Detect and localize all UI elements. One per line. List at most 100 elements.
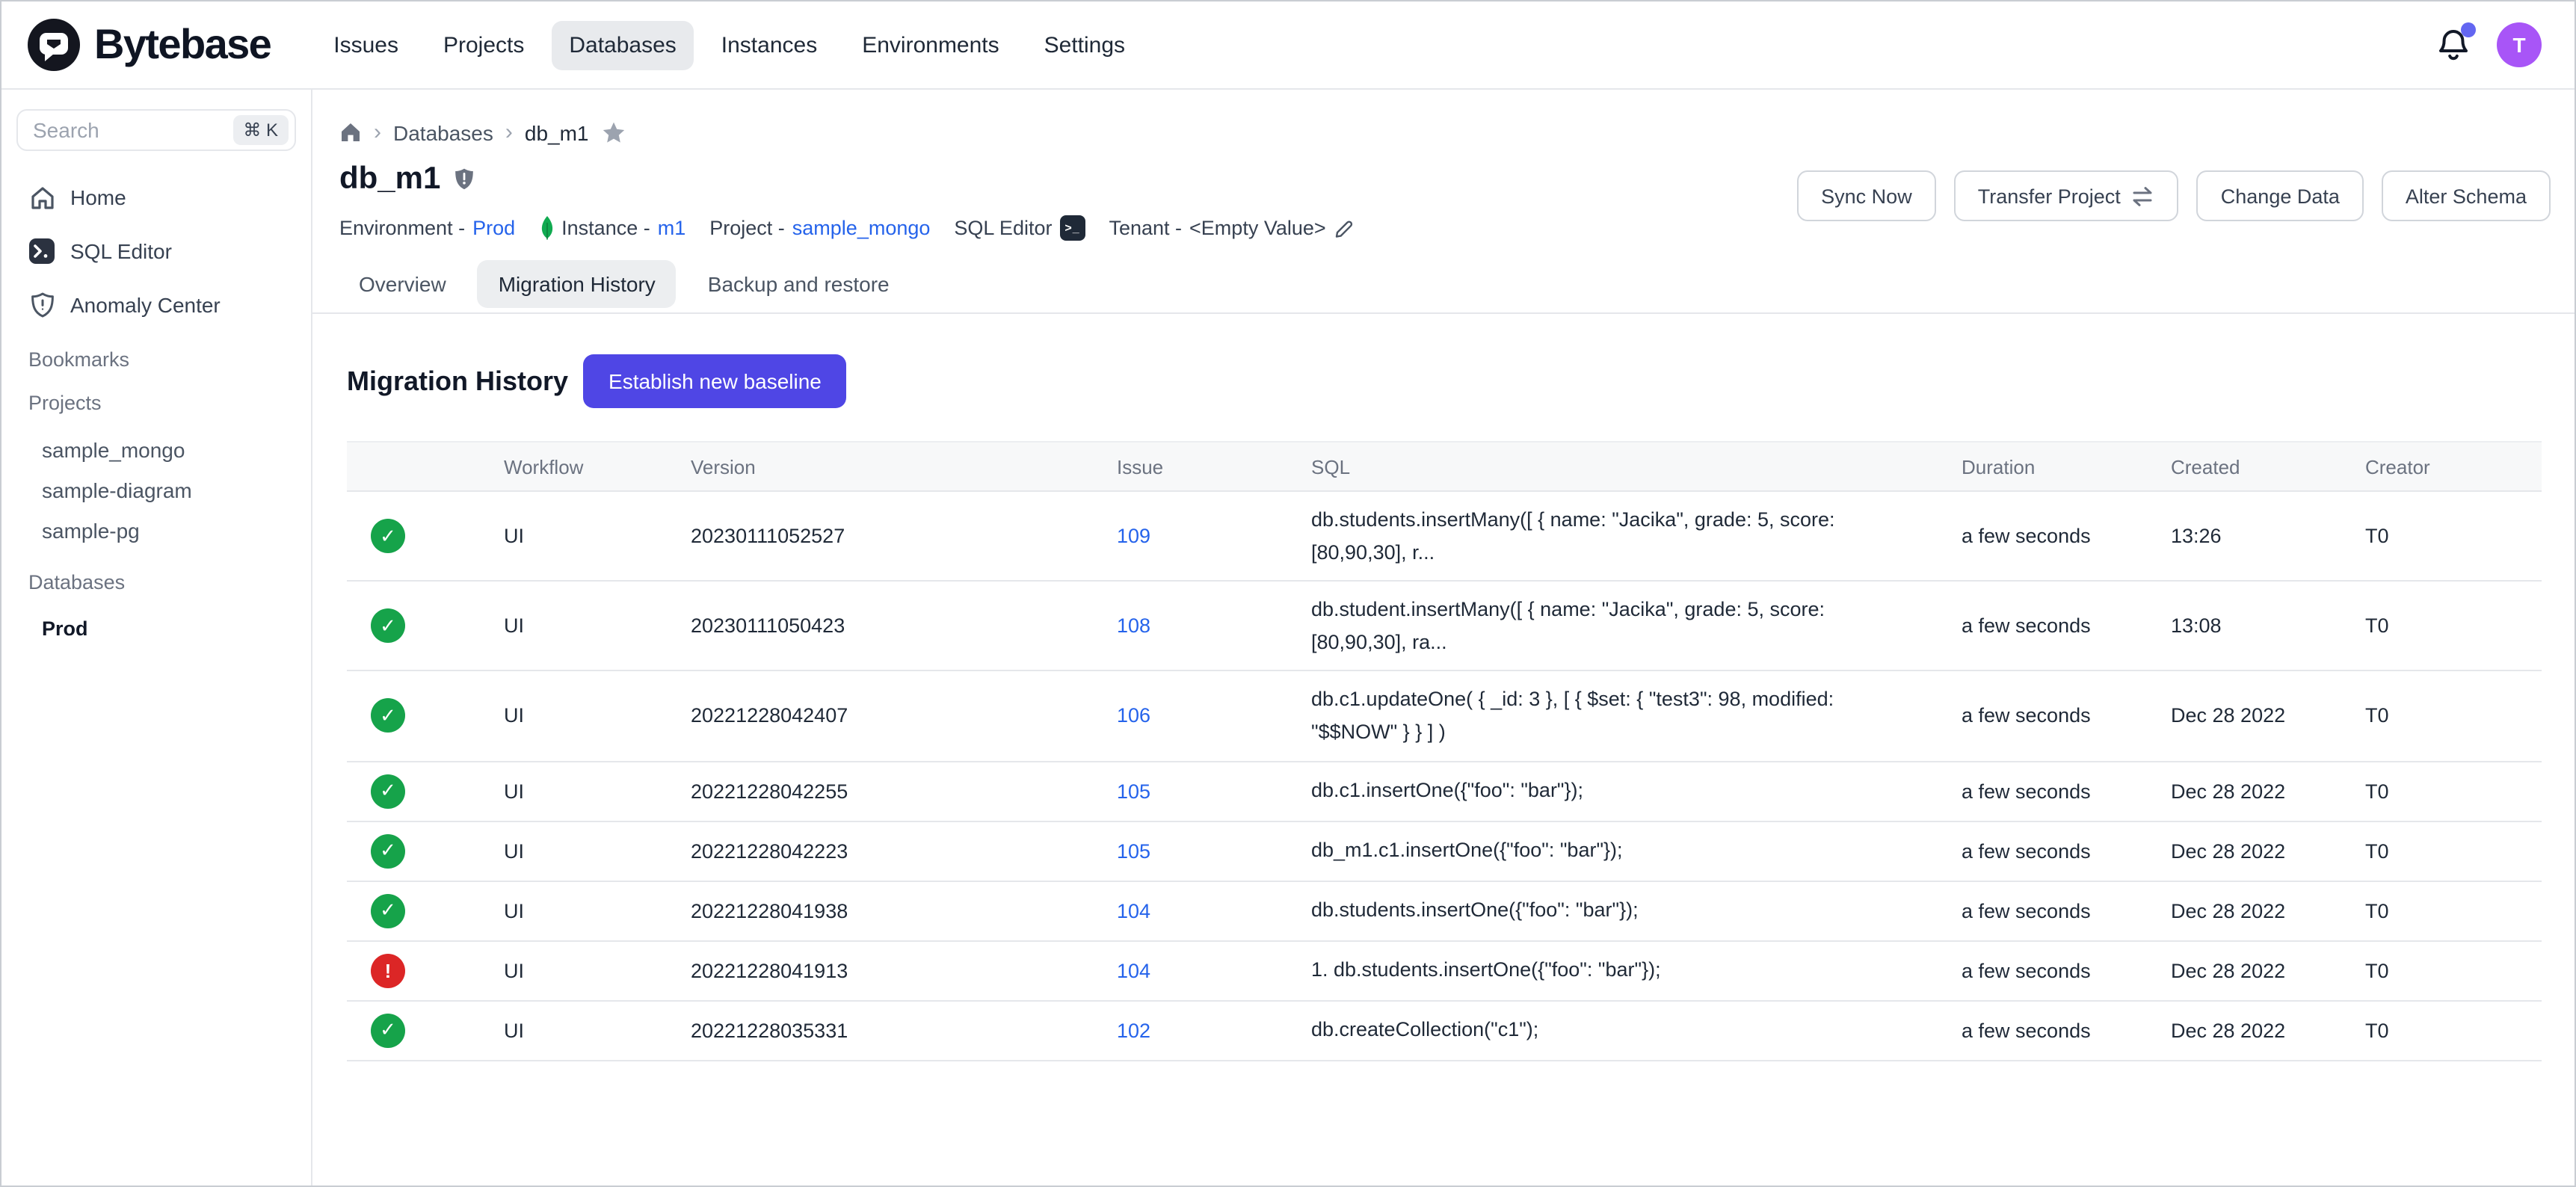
- sync-now-button[interactable]: Sync Now: [1797, 170, 1936, 221]
- brand-name: Bytebase: [94, 21, 271, 69]
- cell-creator: T0: [2365, 513, 2542, 559]
- meta-environment: Environment - Prod: [339, 217, 515, 239]
- search-input[interactable]: [33, 118, 232, 142]
- search-box[interactable]: ⌘ K: [16, 109, 296, 151]
- col-sql: SQL: [1311, 455, 1962, 478]
- nav-item-issues[interactable]: Issues: [315, 20, 416, 70]
- notification-dot: [2461, 22, 2476, 37]
- edit-pencil-icon[interactable]: [1334, 218, 1355, 238]
- sidebar-project-sample-mongo[interactable]: sample_mongo: [1, 429, 311, 469]
- cell-creator: T0: [2365, 827, 2542, 874]
- establish-baseline-button[interactable]: Establish new baseline: [583, 354, 847, 408]
- cell-created: Dec 28 2022: [2171, 693, 2365, 739]
- status-icon: !: [371, 953, 405, 987]
- sidebar-project-sample-diagram[interactable]: sample-diagram: [1, 469, 311, 510]
- avatar[interactable]: T: [2497, 22, 2542, 67]
- sidebar-database-prod[interactable]: Prod: [1, 608, 311, 649]
- cell-created: Dec 28 2022: [2171, 1007, 2365, 1053]
- cell-duration: a few seconds: [1962, 827, 2171, 874]
- meta-project: Project - sample_mongo: [709, 217, 930, 239]
- sidebar-project-sample-pg[interactable]: sample-pg: [1, 510, 311, 550]
- cell-sql: db_m1.c1.insertOne({"foo": "bar"});: [1311, 823, 1962, 879]
- home-icon: [28, 185, 55, 210]
- transfer-arrows-icon: [2131, 185, 2155, 207]
- table-row: ! UI 20221228041913 104 1. db.students.i…: [347, 941, 2542, 1001]
- cell-duration: a few seconds: [1962, 947, 2171, 993]
- sidebar-item-label: Home: [70, 185, 126, 209]
- cell-version: 20221228042255: [691, 768, 1117, 814]
- main-menu: Issues Projects Databases Instances Envi…: [315, 20, 1143, 70]
- nav-item-settings[interactable]: Settings: [1026, 20, 1143, 70]
- breadcrumb-home-icon[interactable]: [339, 121, 362, 144]
- status-icon: ✓: [371, 833, 405, 868]
- change-data-button[interactable]: Change Data: [2197, 170, 2364, 221]
- bytebase-logo[interactable]: Bytebase: [25, 16, 271, 73]
- table-row: ✓ UI 20230111052527 109 db.students.inse…: [347, 492, 2542, 582]
- table-row: ✓ UI 20221228041938 104 db.students.inse…: [347, 881, 2542, 941]
- bookmark-star-icon[interactable]: [601, 120, 626, 144]
- bytebase-logo-icon: [25, 16, 82, 73]
- col-version: Version: [691, 455, 1117, 478]
- col-creator: Creator: [2365, 455, 2542, 478]
- nav-item-databases[interactable]: Databases: [551, 20, 694, 70]
- issue-link[interactable]: 102: [1117, 1019, 1150, 1041]
- cell-created: Dec 28 2022: [2171, 887, 2365, 934]
- sidebar: ⌘ K Home: [1, 90, 312, 1186]
- page-title: db_m1: [339, 161, 440, 197]
- breadcrumb-separator: ›: [505, 120, 513, 145]
- app-window: Bytebase Issues Projects Databases Insta…: [0, 0, 2576, 1187]
- nav-item-projects[interactable]: Projects: [425, 20, 542, 70]
- status-icon: ✓: [371, 699, 405, 733]
- cell-duration: a few seconds: [1962, 1007, 2171, 1053]
- cell-workflow: UI: [504, 693, 691, 739]
- issue-link[interactable]: 105: [1117, 839, 1150, 862]
- sidebar-section-projects: Projects: [1, 392, 311, 414]
- tab-migration-history[interactable]: Migration History: [478, 260, 677, 308]
- transfer-project-button[interactable]: Transfer Project: [1954, 170, 2179, 221]
- table-row: ✓ UI 20221228035331 102 db.createCollect…: [347, 1001, 2542, 1061]
- alter-schema-button[interactable]: Alter Schema: [2382, 170, 2551, 221]
- tab-overview[interactable]: Overview: [338, 260, 467, 308]
- issue-link[interactable]: 104: [1117, 959, 1150, 981]
- tab-bar: Overview Migration History Backup and re…: [336, 260, 2551, 308]
- meta-sql-editor[interactable]: SQL Editor >_: [954, 215, 1085, 241]
- cell-created: Dec 28 2022: [2171, 768, 2365, 814]
- cell-workflow: UI: [504, 513, 691, 559]
- table-header-row: Workflow Version Issue SQL Duration Crea…: [347, 441, 2542, 492]
- cell-version: 20230111050423: [691, 603, 1117, 650]
- terminal-icon: [28, 238, 55, 265]
- issue-link[interactable]: 104: [1117, 899, 1150, 922]
- sidebar-item-anomaly-center[interactable]: Anomaly Center: [1, 283, 311, 327]
- nav-item-environments[interactable]: Environments: [844, 20, 1017, 70]
- tab-backup-and-restore[interactable]: Backup and restore: [687, 260, 910, 308]
- project-link[interactable]: sample_mongo: [792, 217, 931, 239]
- sidebar-item-home[interactable]: Home: [1, 175, 311, 220]
- cell-creator: T0: [2365, 947, 2542, 993]
- breadcrumb-databases-link[interactable]: Databases: [393, 120, 493, 144]
- instance-link[interactable]: m1: [658, 217, 686, 239]
- notification-bell-icon[interactable]: [2437, 27, 2470, 63]
- col-workflow: Workflow: [504, 455, 691, 478]
- sidebar-item-label: Anomaly Center: [70, 293, 221, 317]
- status-icon: ✓: [371, 609, 405, 644]
- cell-sql: db.c1.insertOne({"foo": "bar"});: [1311, 763, 1962, 819]
- table-row: ✓ UI 20221228042407 106 db.c1.updateOne(…: [347, 672, 2542, 762]
- nav-item-instances[interactable]: Instances: [703, 20, 835, 70]
- sidebar-section-bookmarks: Bookmarks: [1, 348, 311, 371]
- sidebar-item-sql-editor[interactable]: SQL Editor: [1, 229, 311, 274]
- cell-duration: a few seconds: [1962, 603, 2171, 650]
- breadcrumb-current: db_m1: [525, 120, 589, 144]
- issue-link[interactable]: 105: [1117, 780, 1150, 802]
- issue-link[interactable]: 109: [1117, 525, 1150, 547]
- sql-editor-badge-icon: >_: [1059, 215, 1085, 241]
- issue-link[interactable]: 108: [1117, 615, 1150, 638]
- status-icon: ✓: [371, 1013, 405, 1047]
- cell-workflow: UI: [504, 827, 691, 874]
- cell-workflow: UI: [504, 603, 691, 650]
- migration-history-table: Workflow Version Issue SQL Duration Crea…: [347, 441, 2542, 1061]
- top-nav: Bytebase Issues Projects Databases Insta…: [1, 1, 2575, 90]
- issue-link[interactable]: 106: [1117, 705, 1150, 727]
- status-icon: ✓: [371, 774, 405, 808]
- nav-right: T: [2437, 22, 2551, 67]
- environment-link[interactable]: Prod: [472, 217, 515, 239]
